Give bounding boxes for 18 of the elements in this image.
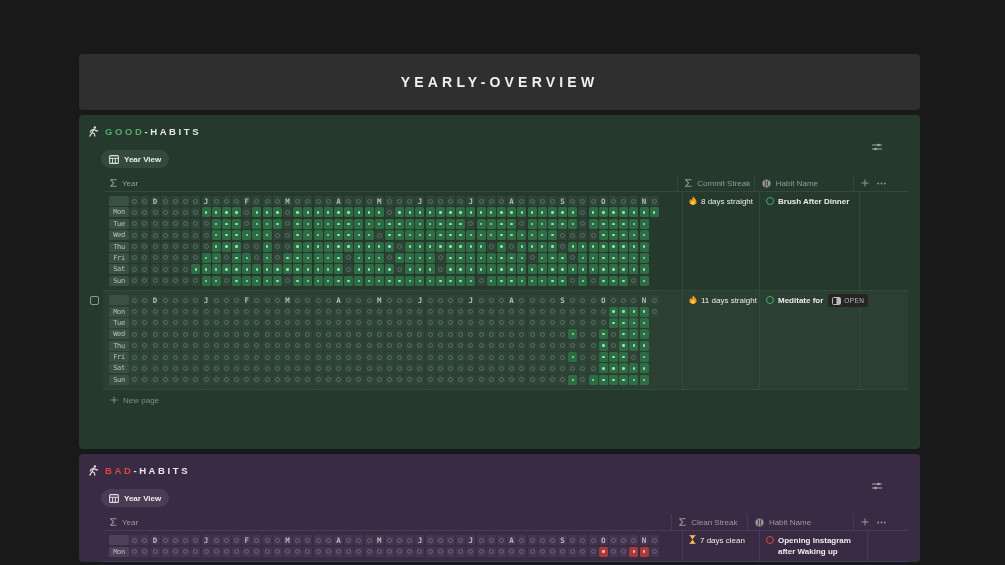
streak-text: 8 days straight [701,196,754,207]
view-tab[interactable]: Year View [101,150,170,168]
habit-name[interactable]: Meditate for [778,295,824,307]
column-header[interactable]: Habit Name [768,517,812,527]
habit-name[interactable]: Brush After Dinner [778,196,850,207]
new-page-button[interactable]: New page [103,390,166,411]
view-tab[interactable]: Year View [101,489,170,508]
streak-text: 7 days clean [700,535,745,547]
column-header[interactable]: Commit Streak [697,178,751,188]
column-header[interactable]: Year [122,517,139,527]
page-title: YEARLY-OVERVIEW [400,74,599,90]
column-header[interactable]: Habit Name [775,178,818,188]
streak-text: 11 days straight [701,295,757,307]
section-title: GOOD-HABITS [105,125,202,137]
section-title: BAD-HABITS [105,464,191,476]
column-header[interactable]: Clean Streak [691,517,738,527]
habit-name[interactable]: Opening Instagram after Waking up [778,535,867,558]
column-header[interactable]: Year [122,178,139,188]
